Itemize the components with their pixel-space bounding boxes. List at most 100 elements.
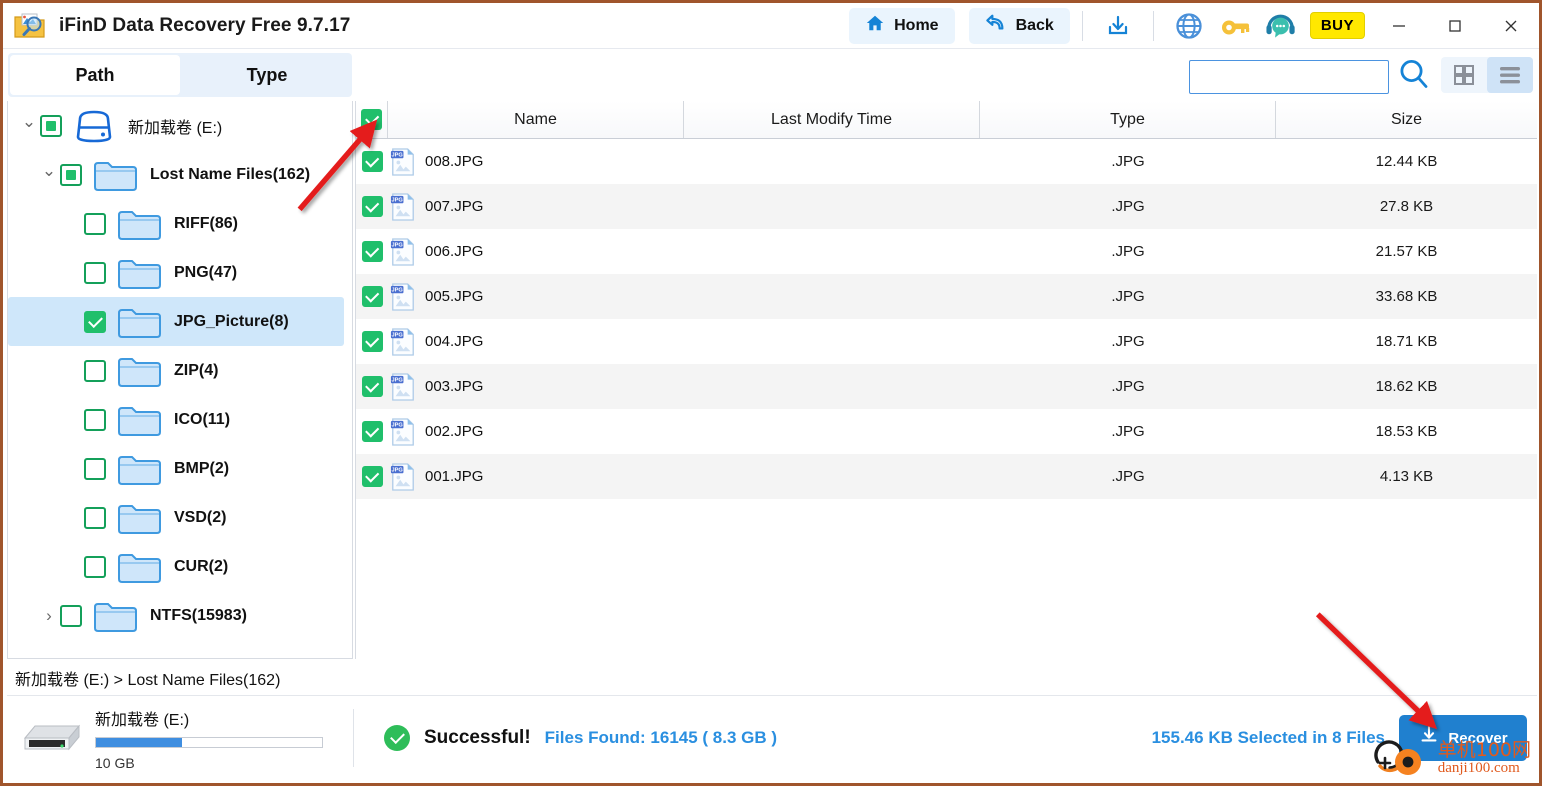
- column-header-last-modify-time[interactable]: Last Modify Time: [684, 101, 980, 138]
- download-icon: [1418, 725, 1440, 751]
- tree-item-ntfs-15983[interactable]: › NTFS(15983): [8, 591, 352, 640]
- tree-item-jpg_picture-8[interactable]: JPG_Picture(8): [8, 297, 344, 346]
- row-checkbox[interactable]: [361, 241, 383, 262]
- back-button[interactable]: Back: [968, 7, 1070, 44]
- tree-item-vsd-2[interactable]: VSD(2): [8, 493, 352, 542]
- cell-name: JPG 002.JPG: [388, 417, 684, 447]
- hard-drive-icon: [72, 109, 116, 143]
- list-view-button[interactable]: [1487, 57, 1533, 93]
- download-icon: [1108, 15, 1127, 34]
- tree-checkbox[interactable]: [84, 506, 106, 529]
- tree-checkbox[interactable]: [40, 114, 62, 137]
- table-row[interactable]: JPG 004.JPG .JPG 18.71 KB: [356, 319, 1537, 364]
- support-button[interactable]: [1258, 7, 1304, 45]
- close-button[interactable]: [1483, 3, 1539, 49]
- row-checkbox[interactable]: [361, 376, 383, 397]
- folder-icon: [92, 158, 138, 192]
- table-row[interactable]: JPG 007.JPG .JPG 27.8 KB: [356, 184, 1537, 229]
- select-all-checkbox[interactable]: [361, 109, 382, 130]
- folder-tree-sidebar[interactable]: ⌄ 新加载卷 (E:) ⌄ Lost Name Files(162) RIFF(86) P…: [7, 101, 353, 659]
- cell-name: JPG 004.JPG: [388, 327, 684, 357]
- grid-view-button[interactable]: [1441, 57, 1487, 93]
- language-button[interactable]: [1166, 7, 1212, 45]
- application-window: iFinD Data Recovery Free 9.7.17 Home Bac…: [0, 0, 1542, 786]
- folder-icon: [116, 256, 162, 290]
- table-row[interactable]: JPG 003.JPG .JPG 18.62 KB: [356, 364, 1537, 409]
- row-checkbox-cell[interactable]: [356, 286, 388, 307]
- row-checkbox-cell[interactable]: [356, 196, 388, 217]
- table-row[interactable]: JPG 001.JPG .JPG 4.13 KB: [356, 454, 1537, 499]
- tree-checkbox[interactable]: [84, 457, 106, 480]
- recover-button[interactable]: Recover: [1399, 715, 1527, 761]
- row-checkbox-cell[interactable]: [356, 331, 388, 352]
- row-checkbox[interactable]: [361, 331, 383, 352]
- search-area: [1189, 57, 1431, 96]
- jpg-file-icon: JPG: [390, 192, 416, 222]
- tree-checkbox[interactable]: [84, 310, 106, 333]
- cell-size: 18.71 KB: [1375, 333, 1438, 350]
- row-checkbox[interactable]: [361, 466, 383, 487]
- row-checkbox-cell[interactable]: [356, 466, 388, 487]
- tree-checkbox[interactable]: [84, 359, 106, 382]
- row-checkbox-cell[interactable]: [356, 151, 388, 172]
- chevron-right-icon[interactable]: ›: [38, 606, 60, 626]
- jpg-file-icon: JPG: [390, 282, 416, 312]
- tree-checkbox[interactable]: [84, 261, 106, 284]
- chevron-down-icon[interactable]: ⌄: [18, 112, 40, 132]
- cell-type: .JPG: [1111, 198, 1145, 215]
- minimize-button[interactable]: [1371, 3, 1427, 49]
- tree-item-ico-11[interactable]: ICO(11): [8, 395, 352, 444]
- table-row[interactable]: JPG 005.JPG .JPG 33.68 KB: [356, 274, 1537, 319]
- breadcrumb[interactable]: 新加载卷 (E:) > Lost Name Files(162): [7, 660, 1537, 696]
- tree-checkbox[interactable]: [84, 212, 106, 235]
- table-row[interactable]: JPG 002.JPG .JPG 18.53 KB: [356, 409, 1537, 454]
- tree-item-label: RIFF(86): [174, 214, 238, 232]
- column-header-name[interactable]: Name: [388, 101, 684, 138]
- license-key-button[interactable]: [1212, 7, 1258, 45]
- file-name: 003.JPG: [425, 378, 484, 395]
- tree-item-zip-4[interactable]: ZIP(4): [8, 346, 352, 395]
- select-all-checkbox-cell[interactable]: [356, 101, 388, 138]
- close-icon: [1505, 20, 1517, 31]
- download-button[interactable]: [1095, 7, 1141, 45]
- row-checkbox-cell[interactable]: [356, 376, 388, 397]
- row-checkbox-cell[interactable]: [356, 241, 388, 262]
- cell-size: 27.8 KB: [1379, 198, 1434, 215]
- svg-text:JPG: JPG: [391, 287, 403, 293]
- row-checkbox[interactable]: [361, 196, 383, 217]
- tree-item-label: ICO(11): [174, 410, 231, 428]
- column-header-size[interactable]: Size: [1276, 101, 1537, 138]
- tree-checkbox[interactable]: [84, 555, 106, 578]
- tree-item-riff-86[interactable]: RIFF(86): [8, 199, 352, 248]
- tree-checkbox[interactable]: [60, 604, 82, 627]
- tree-item-e[interactable]: ⌄ 新加载卷 (E:): [8, 101, 352, 150]
- tree-checkbox[interactable]: [60, 163, 82, 186]
- tree-item-lost-name-files-162[interactable]: ⌄ Lost Name Files(162): [8, 150, 352, 199]
- table-row[interactable]: JPG 008.JPG .JPG 12.44 KB: [356, 139, 1537, 184]
- row-checkbox[interactable]: [361, 421, 383, 442]
- tree-item-bmp-2[interactable]: BMP(2): [8, 444, 352, 493]
- row-checkbox[interactable]: [361, 151, 383, 172]
- home-button[interactable]: Home: [849, 7, 955, 44]
- svg-text:JPG: JPG: [391, 467, 403, 473]
- search-icon[interactable]: [1397, 57, 1431, 96]
- tree-item-cur-2[interactable]: CUR(2): [8, 542, 352, 591]
- back-arrow-icon: [985, 13, 1007, 38]
- status-bar: 新加载卷 (E:) 10 GB Successful! Files Found:…: [7, 696, 1537, 780]
- tree-checkbox[interactable]: [84, 408, 106, 431]
- tab-type[interactable]: Type: [182, 53, 352, 97]
- tree-item-png-47[interactable]: PNG(47): [8, 248, 352, 297]
- column-header-type[interactable]: Type: [980, 101, 1276, 138]
- tab-path[interactable]: Path: [10, 55, 180, 95]
- file-name: 008.JPG: [425, 153, 484, 170]
- maximize-button[interactable]: [1427, 3, 1483, 49]
- buy-button[interactable]: BUY: [1309, 12, 1365, 39]
- chevron-down-icon[interactable]: ⌄: [38, 161, 60, 181]
- row-checkbox[interactable]: [361, 286, 383, 307]
- search-input[interactable]: [1189, 59, 1389, 94]
- cell-type: .JPG: [1111, 243, 1145, 260]
- row-checkbox-cell[interactable]: [356, 421, 388, 442]
- table-row[interactable]: JPG 006.JPG .JPG 21.57 KB: [356, 229, 1537, 274]
- folder-icon: [92, 599, 138, 633]
- file-name: 002.JPG: [425, 423, 484, 440]
